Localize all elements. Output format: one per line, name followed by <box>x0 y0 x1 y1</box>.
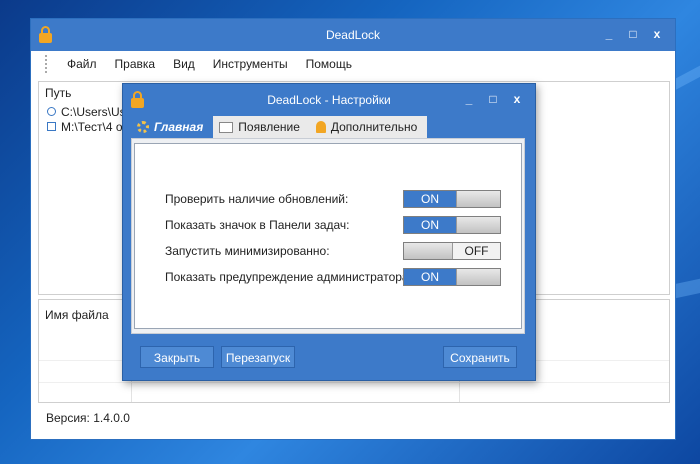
settings-title-bar[interactable]: DeadLock - Настройки _ □ x <box>123 84 535 116</box>
menu-bar: Файл Правка Вид Инструменты Помощь <box>31 51 675 77</box>
save-button[interactable]: Сохранить <box>443 346 517 368</box>
settings-dialog: DeadLock - Настройки _ □ x Главная Появл… <box>122 83 536 381</box>
toggle-knob <box>456 269 500 285</box>
maximize-button[interactable]: □ <box>627 27 639 41</box>
toggle-state: OFF <box>453 243 500 259</box>
options-group: Проверить наличие обновлений: ON Показат… <box>134 143 522 329</box>
path-text: M:\Тест\4 о <box>61 119 123 134</box>
toggle-start-minimized[interactable]: OFF <box>403 242 501 260</box>
restart-button[interactable]: Перезапуск <box>221 346 295 368</box>
folder-icon <box>47 107 56 116</box>
tab-advanced[interactable]: Дополнительно <box>309 116 428 138</box>
settings-tabs: Главная Появление Дополнительно <box>131 116 428 138</box>
option-label: Запустить минимизированно: <box>165 244 330 258</box>
menu-tools[interactable]: Инструменты <box>204 57 297 71</box>
option-tray-icon: Показать значок в Панели задач: ON <box>165 216 505 234</box>
toggle-knob <box>456 191 500 207</box>
toggle-state: ON <box>404 217 456 233</box>
maximize-button[interactable]: □ <box>487 92 499 106</box>
menu-help[interactable]: Помощь <box>297 57 361 71</box>
option-admin-warning: Показать предупреждение администратора: … <box>165 268 505 286</box>
main-title-bar[interactable]: DeadLock _ □ x <box>31 19 675 51</box>
toggle-knob <box>404 243 453 259</box>
tab-label: Дополнительно <box>330 120 418 134</box>
tab-appearance[interactable]: Появление <box>213 116 310 138</box>
option-check-updates: Проверить наличие обновлений: ON <box>165 190 505 208</box>
tab-content: Проверить наличие обновлений: ON Показат… <box>131 138 525 334</box>
menu-grip <box>45 55 50 73</box>
menu-view[interactable]: Вид <box>164 57 204 71</box>
menu-file[interactable]: Файл <box>58 57 106 71</box>
toggle-state: ON <box>404 191 456 207</box>
toggle-state: ON <box>404 269 456 285</box>
option-label: Показать предупреждение администратора: <box>165 270 412 284</box>
toggle-check-updates[interactable]: ON <box>403 190 501 208</box>
close-button[interactable]: x <box>651 27 663 41</box>
version-label: Версия: 1.4.0.0 <box>46 411 130 425</box>
tab-label: Главная <box>154 120 204 134</box>
close-button[interactable]: x <box>511 92 523 106</box>
menu-edit[interactable]: Правка <box>106 57 165 71</box>
row-divider <box>39 382 669 383</box>
minimize-button[interactable]: _ <box>463 92 475 106</box>
tab-label: Появление <box>238 120 300 134</box>
option-start-minimized: Запустить минимизированно: OFF <box>165 242 505 260</box>
bell-icon <box>315 121 326 133</box>
option-label: Проверить наличие обновлений: <box>165 192 349 206</box>
main-window-title: DeadLock <box>325 28 381 42</box>
close-settings-button[interactable]: Закрыть <box>140 346 214 368</box>
option-label: Показать значок в Панели задач: <box>165 218 350 232</box>
toggle-knob <box>456 217 500 233</box>
toggle-tray-icon[interactable]: ON <box>403 216 501 234</box>
minimize-button[interactable]: _ <box>603 27 615 41</box>
checklist-icon <box>47 122 56 131</box>
gear-icon <box>137 121 149 133</box>
window-icon <box>219 121 234 133</box>
tab-main[interactable]: Главная <box>131 116 214 138</box>
toggle-admin-warning[interactable]: ON <box>403 268 501 286</box>
